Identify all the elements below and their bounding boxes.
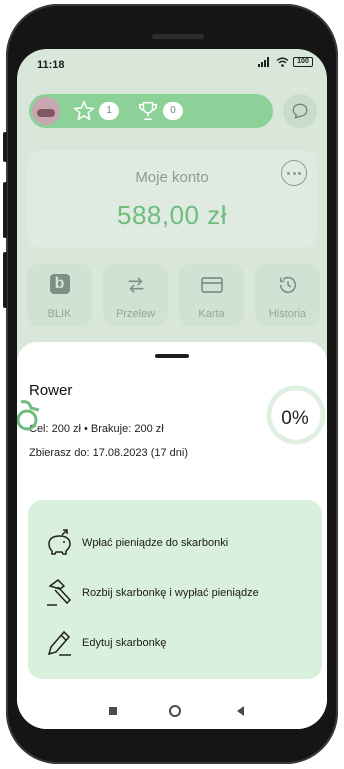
edit-option[interactable]: Edytuj skarbonkę: [44, 628, 314, 660]
quick-actions: b BLIK Przelew Karta Historia: [27, 264, 320, 330]
home-icon[interactable]: [169, 705, 181, 717]
account-card[interactable]: Moje konto 588,00 zł: [27, 150, 317, 248]
trophies-count-badge: 0: [163, 102, 183, 120]
card-icon: [200, 277, 223, 293]
more-dot: [287, 172, 290, 175]
bottom-sheet: Rower Cel: 200 zł • Brakuje: 200 zł Zbie…: [17, 342, 327, 729]
transfer-icon: [128, 277, 143, 293]
goal-deadline: Zbierasz do: 17.08.2023 (17 dni): [29, 447, 188, 459]
trophy-icon: [139, 102, 157, 120]
battery-icon: 100: [293, 57, 313, 67]
history-icon: [279, 276, 296, 294]
system-nav-bar: [17, 698, 327, 726]
piggy-bank-icon: [48, 529, 71, 555]
goal-title: Rower: [29, 382, 73, 399]
break-option-label: Rozbij skarbonkę i wypłać pieniądze: [82, 587, 259, 599]
action-label: Karta: [198, 308, 225, 320]
star-icon: [73, 100, 95, 121]
battery-level: 100: [297, 58, 309, 65]
goal-progress-text: 0%: [281, 408, 309, 429]
chat-icon: [292, 103, 308, 119]
status-bar: 11:18 100: [17, 49, 327, 79]
action-history[interactable]: Historia: [255, 264, 320, 326]
blik-icon: b: [49, 274, 70, 294]
stars-count-badge: 1: [99, 102, 119, 120]
edit-option-label: Edytuj skarbonkę: [82, 637, 167, 649]
phone-side-button: [3, 132, 7, 162]
action-label: Przelew: [115, 308, 156, 320]
action-card[interactable]: Karta: [179, 264, 244, 326]
chat-button[interactable]: [283, 94, 317, 128]
more-options-button[interactable]: [281, 160, 307, 186]
more-dot: [298, 172, 301, 175]
deposit-option-label: Wpłać pieniądze do skarbonki: [82, 537, 229, 549]
action-transfer[interactable]: Przelew: [103, 264, 168, 326]
goal-progress-ring: 0%: [265, 380, 326, 450]
status-icons: 100: [258, 57, 313, 67]
more-dot: [292, 172, 296, 175]
phone-speaker: [152, 34, 204, 39]
action-label: BLIK: [47, 308, 72, 320]
edit-icon: [47, 630, 71, 656]
profile-pill[interactable]: 1 0: [29, 94, 273, 128]
account-balance: 588,00 zł: [116, 200, 228, 230]
sheet-handle[interactable]: [155, 354, 189, 358]
account-label: Moje konto: [135, 169, 209, 186]
action-label: Historia: [268, 308, 307, 320]
recent-apps-icon[interactable]: [109, 707, 117, 715]
bike-icon: [17, 400, 40, 431]
profile-row: 1 0: [29, 94, 319, 134]
avatar[interactable]: [32, 97, 60, 125]
deposit-option[interactable]: Wpłać pieniądze do skarbonki: [44, 528, 314, 560]
signal-icon: [258, 57, 269, 67]
app-screen: 11:18 100 1 0 Moje konto 588,00 zł b BLI…: [17, 49, 327, 729]
phone-side-button: [3, 182, 7, 238]
phone-side-button: [3, 252, 7, 308]
wifi-icon: [276, 57, 289, 67]
break-option[interactable]: Rozbij skarbonkę i wypłać pieniądze: [44, 578, 314, 610]
back-icon[interactable]: [237, 706, 244, 716]
hammer-icon: [47, 579, 72, 606]
action-blik[interactable]: b BLIK: [27, 264, 92, 326]
status-time: 11:18: [37, 59, 65, 71]
piggy-bank-options: Wpłać pieniądze do skarbonki Rozbij skar…: [28, 500, 322, 679]
